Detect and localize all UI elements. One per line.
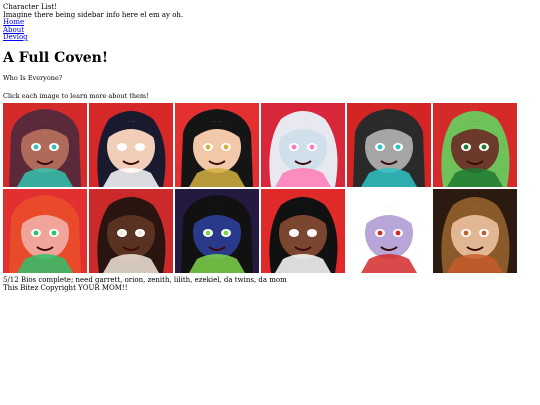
sidebar-info: Imagine there being sidebar info here el… (3, 11, 184, 19)
portrait-art (175, 189, 259, 273)
portrait-art (261, 189, 345, 273)
nav-link-devlog[interactable]: Devlog (3, 33, 183, 42)
bio-status: 5/12 Bios complete; need garrett, orion,… (3, 276, 287, 284)
character-portrait-9[interactable] (175, 189, 259, 273)
subheading: Who Is Everyone? (3, 74, 63, 82)
portrait-art (175, 103, 259, 187)
portrait-art (89, 189, 173, 273)
character-gallery (3, 103, 517, 273)
character-portrait-5[interactable] (347, 103, 431, 187)
character-portrait-2[interactable] (89, 103, 173, 187)
nav-link-about[interactable]: About (3, 26, 183, 35)
character-portrait-7[interactable] (3, 189, 87, 273)
portrait-art (261, 103, 345, 187)
character-portrait-4[interactable] (261, 103, 345, 187)
character-portrait-6[interactable] (433, 103, 517, 187)
character-portrait-12[interactable] (433, 189, 517, 273)
main-content: A Full Coven! Who Is Everyone? Click eac… (3, 50, 533, 100)
character-portrait-10[interactable] (261, 189, 345, 273)
portrait-art (433, 189, 517, 273)
portrait-art (347, 189, 431, 273)
footer: 5/12 Bios complete; need garrett, orion,… (3, 276, 287, 292)
portrait-art (347, 103, 431, 187)
sidebar-title: Character List! (3, 3, 58, 11)
character-portrait-11[interactable] (347, 189, 431, 273)
instruction-text: Click each image to learn more about the… (3, 92, 149, 100)
character-portrait-8[interactable] (89, 189, 173, 273)
copyright: This Bitez Copyright YOUR MOM!! (3, 284, 128, 292)
portrait-art (3, 189, 87, 273)
page-title: A Full Coven! (3, 50, 108, 66)
portrait-art (3, 103, 87, 187)
character-portrait-1[interactable] (3, 103, 87, 187)
portrait-art (433, 103, 517, 187)
nav-link-home[interactable]: Home (3, 18, 183, 27)
character-portrait-3[interactable] (175, 103, 259, 187)
sidebar: Character List! Imagine there being side… (3, 3, 183, 42)
portrait-art (89, 103, 173, 187)
